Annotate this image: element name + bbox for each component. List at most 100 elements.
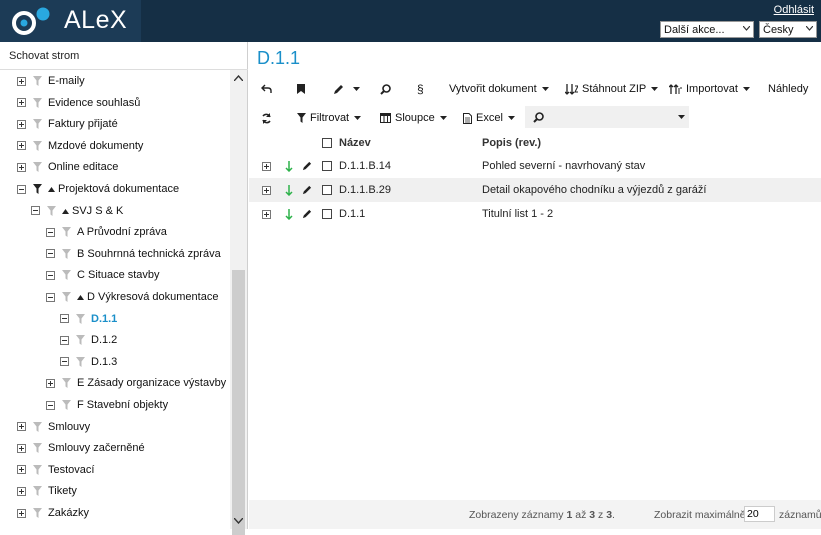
- filter-icon[interactable]: [62, 400, 71, 410]
- tree-item[interactable]: Projektová dokumentace: [17, 180, 179, 198]
- refresh-button[interactable]: [261, 105, 276, 131]
- filter-dropdown[interactable]: Filtrovat: [297, 105, 365, 131]
- tree-item[interactable]: E Zásady organizace výstavby: [46, 374, 226, 392]
- filter-icon[interactable]: [33, 140, 42, 151]
- expand-icon[interactable]: [46, 378, 55, 388]
- filter-icon[interactable]: [33, 119, 42, 130]
- tree-item[interactable]: D Výkresová dokumentace: [46, 288, 218, 306]
- collapse-icon[interactable]: [60, 357, 69, 367]
- row-edit[interactable]: [302, 154, 312, 178]
- filter-icon[interactable]: [62, 248, 71, 259]
- create-document-dropdown[interactable]: Vytvořit dokument: [449, 76, 553, 102]
- filter-icon[interactable]: [33, 486, 42, 497]
- tree-item[interactable]: Online editace: [17, 158, 118, 176]
- row-name[interactable]: D.1.1.B.29: [339, 178, 391, 202]
- columns-dropdown[interactable]: Sloupce: [380, 105, 451, 131]
- tree-item[interactable]: D.1.1: [60, 310, 117, 328]
- filter-icon[interactable]: [76, 356, 85, 367]
- hide-tree-button[interactable]: Schovat strom: [0, 42, 248, 70]
- language-select[interactable]: Česky: [759, 21, 817, 38]
- download-zip-dropdown[interactable]: Stáhnout ZIP: [565, 76, 662, 102]
- tree-item[interactable]: Zakázky: [17, 504, 89, 522]
- caret-down-icon[interactable]: [678, 115, 685, 119]
- filter-icon[interactable]: [76, 313, 85, 324]
- table-row[interactable]: D.1.1.B.14 Pohled severní - navrhovaný st…: [249, 154, 821, 178]
- collapse-icon[interactable]: [31, 206, 40, 216]
- scrollbar-thumb[interactable]: [232, 270, 245, 535]
- filter-icon[interactable]: [62, 378, 71, 389]
- filter-icon[interactable]: [33, 184, 42, 194]
- tree-item[interactable]: Testovací: [17, 461, 94, 479]
- collapse-icon[interactable]: [60, 335, 69, 345]
- row-download[interactable]: [285, 178, 293, 202]
- filter-icon[interactable]: [62, 270, 71, 281]
- row-edit[interactable]: [302, 202, 312, 226]
- select-all-checkbox[interactable]: [322, 132, 332, 154]
- excel-dropdown[interactable]: Excel: [463, 105, 519, 131]
- tree-item[interactable]: E-maily: [17, 72, 85, 90]
- collapse-icon[interactable]: [46, 249, 55, 259]
- filter-icon[interactable]: [33, 76, 42, 86]
- filter-icon[interactable]: [47, 205, 56, 216]
- back-button[interactable]: [261, 76, 276, 102]
- expand-icon[interactable]: [262, 185, 271, 195]
- filter-icon[interactable]: [33, 464, 42, 475]
- expand-icon[interactable]: [17, 443, 26, 453]
- scroll-down-icon[interactable]: [234, 518, 243, 524]
- collapse-icon[interactable]: [17, 184, 26, 194]
- expand-icon[interactable]: [17, 76, 26, 86]
- collapse-icon[interactable]: [46, 292, 55, 302]
- row-checkbox[interactable]: [322, 154, 332, 178]
- filter-icon[interactable]: [33, 162, 42, 173]
- row-checkbox[interactable]: [322, 202, 332, 226]
- filter-icon[interactable]: [62, 292, 71, 302]
- expand-icon[interactable]: [17, 98, 26, 108]
- tree-item[interactable]: C Situace stavby: [46, 266, 160, 284]
- scroll-up-icon[interactable]: [234, 75, 243, 81]
- filter-icon[interactable]: [33, 443, 42, 454]
- logout-link[interactable]: Odhlásit: [774, 4, 814, 16]
- tree-item[interactable]: Smlouvy: [17, 418, 90, 436]
- table-row[interactable]: D.1.1.B.29 Detail okapového chodníku a vý…: [249, 178, 821, 202]
- tree-item[interactable]: Mzdové dokumenty: [17, 137, 143, 155]
- expand-icon[interactable]: [17, 162, 26, 172]
- tree-item[interactable]: Tikety: [17, 482, 77, 500]
- row-expand[interactable]: [262, 154, 278, 178]
- filter-icon[interactable]: [33, 508, 42, 518]
- import-dropdown[interactable]: Importovat: [669, 76, 754, 102]
- tree-item[interactable]: Evidence souhlasů: [17, 94, 140, 112]
- row-checkbox[interactable]: [322, 178, 332, 202]
- expand-icon[interactable]: [17, 486, 26, 496]
- filter-icon[interactable]: [33, 421, 42, 432]
- expand-icon[interactable]: [17, 119, 26, 129]
- row-name[interactable]: D.1.1.B.14: [339, 154, 391, 178]
- row-download[interactable]: [285, 154, 293, 178]
- expand-icon[interactable]: [17, 508, 26, 518]
- expand-icon[interactable]: [17, 141, 26, 151]
- expand-icon[interactable]: [262, 209, 271, 219]
- filter-icon[interactable]: [76, 335, 85, 346]
- bookmark-button[interactable]: [297, 76, 309, 102]
- tree-item[interactable]: B Souhrnná technická zpráva: [46, 245, 221, 263]
- edit-dropdown[interactable]: [333, 76, 364, 102]
- column-desc-header[interactable]: Popis (rev.): [482, 132, 541, 154]
- table-row[interactable]: D.1.1 Titulní list 1 - 2: [249, 202, 821, 226]
- tree-item[interactable]: F Stavební objekty: [46, 396, 168, 414]
- expand-icon[interactable]: [17, 465, 26, 475]
- more-actions-select[interactable]: Další akce...: [660, 21, 754, 38]
- collapse-icon[interactable]: [46, 400, 55, 410]
- tree-item[interactable]: Smlouvy začerněné: [17, 439, 145, 457]
- filter-icon[interactable]: [33, 97, 42, 108]
- tree-item[interactable]: A Průvodní zpráva: [46, 223, 167, 241]
- tree-item[interactable]: Faktury přijaté: [17, 115, 118, 133]
- collapse-icon[interactable]: [46, 227, 55, 237]
- tree-item[interactable]: D.1.2: [60, 331, 117, 349]
- row-download[interactable]: [285, 202, 293, 226]
- app-logo[interactable]: ALeX: [0, 0, 141, 42]
- search-button[interactable]: [380, 76, 395, 102]
- row-edit[interactable]: [302, 178, 312, 202]
- collapse-icon[interactable]: [46, 270, 55, 280]
- section-button[interactable]: §: [417, 76, 424, 102]
- previews-button[interactable]: Náhledy: [768, 76, 808, 102]
- column-name-header[interactable]: Název: [339, 132, 371, 154]
